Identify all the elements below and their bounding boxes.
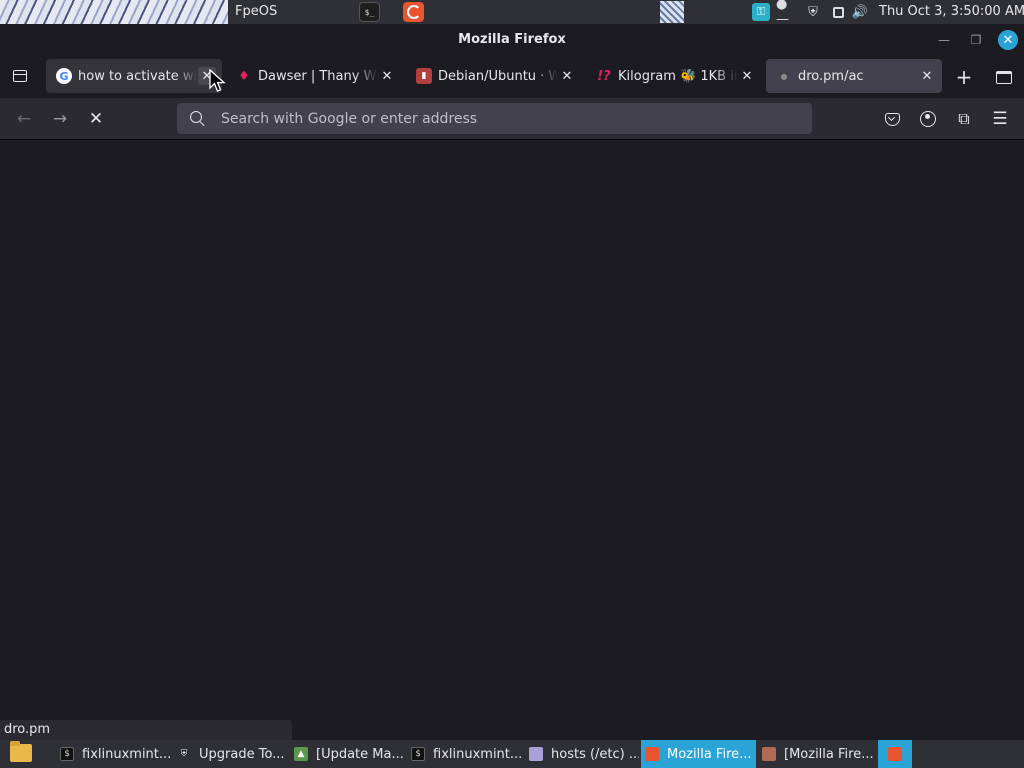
bottom-taskbar: $ fixlinuxmint... ⛨ Upgrade To... ▲ [Upd… [0,740,1024,768]
list-all-tabs-button[interactable] [8,64,32,88]
firefox-icon [645,747,659,761]
taskbar-item[interactable]: [Mozilla Fire... [762,742,874,766]
tab-dawser-thany-wiki[interactable]: ♦ Dawser | Thany Wiki ✕ [226,59,402,93]
taskbar-item[interactable]: ⛨ Upgrade To... [177,742,289,766]
maximize-button[interactable]: ❐ [966,30,986,50]
taskbar-item-label: fixlinuxmint... [433,746,523,762]
close-tab-icon[interactable]: ✕ [558,67,576,85]
window-icon [996,70,1012,84]
status-panel: dro.pm [0,720,292,740]
tab-kilogram[interactable]: !? Kilogram 🐝 1KB image ✕ [586,59,762,93]
taskbar-item[interactable]: $ fixlinuxmint... [60,742,172,766]
taskbar-item-active[interactable] [878,740,912,768]
firefox-icon [888,747,902,761]
forward-button[interactable]: → [48,107,72,131]
taskbar-item-label: fixlinuxmint... [82,746,172,762]
tab-label: Debian/Ubuntu · Wiki [438,68,558,84]
dawser-icon: ♦ [238,68,250,84]
close-window-button[interactable]: ✕ [998,30,1018,50]
kilogram-icon: !? [597,68,611,84]
tab-strip: G how to activate windows ✕ ♦ Dawser | T… [0,56,1024,98]
pocket-icon [884,112,900,126]
firefox-icon [762,747,776,761]
window-title: Mozilla Firefox [458,32,566,47]
stop-loading-button[interactable]: ✕ [84,107,108,131]
minimize-button[interactable]: — [934,30,954,50]
terminal-icon: $ [60,747,74,761]
account-button[interactable] [916,107,940,131]
tab-dro-pm[interactable]: ● dro.pm/ac ✕ [766,59,942,93]
hamburger-menu-button[interactable]: ☰ [988,107,1012,131]
taskbar-item[interactable]: ▲ [Update Ma... [294,742,406,766]
taskbar-item-label: Upgrade To... [199,746,285,762]
loading-dot-icon: ● [780,71,788,81]
terminal-icon: $ [411,747,425,761]
pocket-button[interactable] [880,107,904,131]
key-icon[interactable]: ●— [776,0,796,27]
terminal-launcher-icon[interactable]: $_ [359,2,380,22]
vpn-icon[interactable]: ⚿ [752,3,770,21]
text-editor-icon [529,747,543,761]
back-button[interactable]: ← [12,107,36,131]
taskbar-item-label: Mozilla Fire... [667,746,752,762]
extensions-button[interactable]: ⧉ [952,107,976,131]
update-manager-icon: ▲ [294,747,308,761]
tab-debian-ubuntu-wiki[interactable]: ▮ Debian/Ubuntu · Wiki ✕ [406,59,582,93]
window-icon[interactable] [830,3,846,21]
firefox-launcher-icon[interactable] [403,2,424,22]
close-tab-icon[interactable]: ✕ [378,67,396,85]
volume-icon[interactable]: 🔊 [851,3,869,21]
url-input[interactable] [221,103,781,134]
taskbar-item[interactable]: hosts (/etc) ... [529,742,639,766]
taskbar-item-label: [Mozilla Fire... [784,746,874,762]
debian-icon: ▮ [416,68,432,84]
tab-how-to-activate-windows[interactable]: G how to activate windows ✕ [46,59,222,93]
wallpaper-image [0,0,228,24]
close-tab-icon[interactable]: ✕ [738,67,756,85]
firefox-view-button[interactable] [993,66,1015,88]
account-icon [920,111,936,127]
image-thumbnail-icon[interactable] [660,1,684,23]
address-bar[interactable] [177,103,812,134]
search-icon [189,110,205,126]
taskbar-item[interactable]: $ fixlinuxmint... [411,742,523,766]
navigation-toolbar: ← → ✕ ⧉ ☰ [0,98,1024,140]
top-panel: FpeOS $_ ⚿ ●— ⛨ 🔊 Thu Oct 3, 3:50:00 AM [0,0,1024,27]
clock[interactable]: Thu Oct 3, 3:50:00 AM [879,4,1024,19]
taskbar-item-label: hosts (/etc) ... [551,746,639,762]
google-icon: G [56,68,72,84]
tab-label: dro.pm/ac [798,68,864,84]
tab-label: Dawser | Thany Wiki [258,68,378,84]
new-tab-button[interactable]: + [952,65,976,89]
window-titlebar[interactable]: Mozilla Firefox — ❐ ✕ [0,24,1024,56]
shield-icon: ⛨ [180,749,188,759]
page-content-area[interactable] [0,140,1024,740]
taskbar-item-active[interactable]: Mozilla Fire... [641,740,756,768]
close-tab-icon[interactable]: ✕ [918,67,936,85]
tab-label: Kilogram 🐝 1KB image [618,68,738,84]
files-folder-icon[interactable] [10,741,32,762]
tab-label: how to activate windows [78,68,198,84]
terminal-icon-text: $_ [364,7,375,17]
taskbar-item-label: [Update Ma... [316,746,404,762]
mouse-cursor-icon [209,69,226,92]
os-name-label: FpeOS [235,4,278,19]
shield-icon[interactable]: ⛨ [804,3,822,21]
tab-list-icon [13,70,27,82]
